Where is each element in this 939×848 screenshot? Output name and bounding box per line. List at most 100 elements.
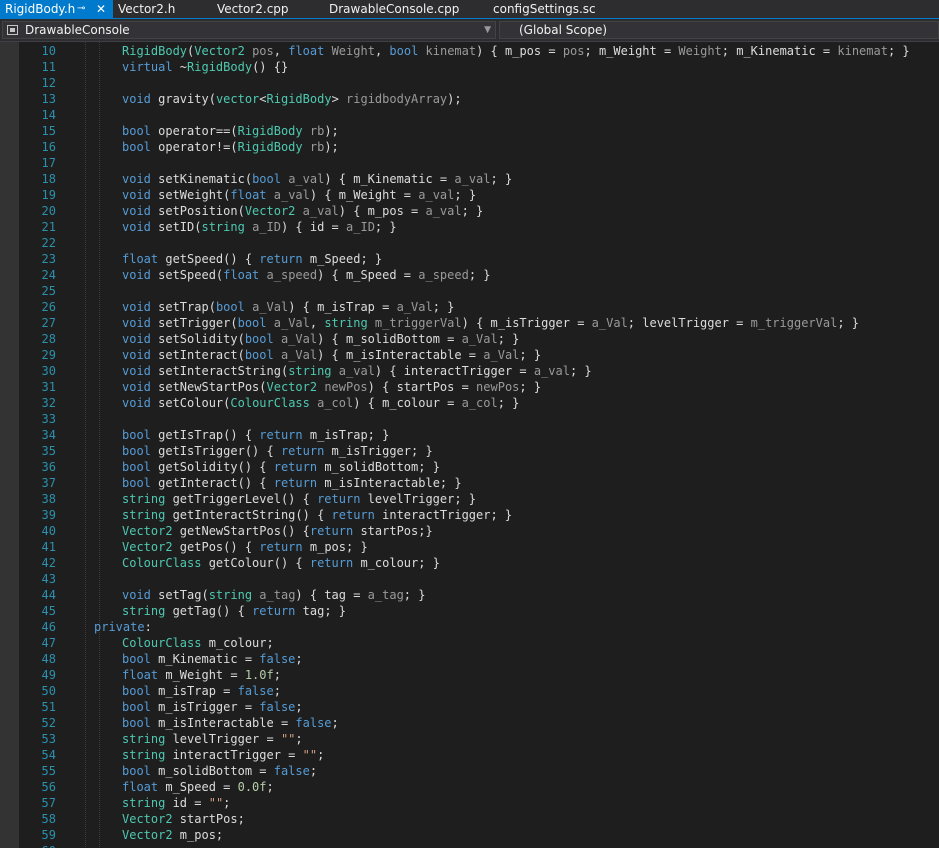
line-number: 15 — [41, 124, 56, 138]
code-line[interactable]: 24 void setSpeed(float a_speed) { m_Speed… — [0, 267, 939, 283]
code-text: void setInteractString(string a_val) { i… — [122, 364, 592, 378]
code-line[interactable]: 29 void setInteract(bool a_Val) { m_isInt… — [0, 347, 939, 363]
code-line[interactable]: 58 Vector2 startPos; — [0, 811, 939, 827]
code-text: void setKinematic(bool a_val) { m_Kinema… — [122, 172, 513, 186]
line-number: 56 — [41, 780, 56, 794]
code-line[interactable]: 40 Vector2 getNewStartPos() {return start… — [0, 523, 939, 539]
code-text: string levelTrigger = ""; — [122, 732, 303, 746]
scope-dropdown[interactable]: (Global Scope) — [499, 21, 939, 39]
code-line[interactable]: 60 — [0, 843, 939, 848]
code-line[interactable]: 12 — [0, 75, 939, 91]
code-line[interactable]: 53 string levelTrigger = ""; — [0, 731, 939, 747]
line-number: 55 — [41, 764, 56, 778]
code-line[interactable]: 56 float m_Speed = 0.0f; — [0, 779, 939, 795]
line-number: 51 — [41, 700, 56, 714]
code-line[interactable]: 31 void setNewStartPos(Vector2 newPos) { … — [0, 379, 939, 395]
code-line[interactable]: 39 string getInteractString() { return in… — [0, 507, 939, 523]
code-line[interactable]: 18 void setKinematic(bool a_val) { m_Kine… — [0, 171, 939, 187]
code-line[interactable]: 37 bool getInteract() { return m_isIntera… — [0, 475, 939, 491]
line-number: 57 — [41, 796, 56, 810]
code-line[interactable]: 34 bool getIsTrap() { return m_isTrap; } — [0, 427, 939, 443]
project-label: DrawableConsole — [25, 23, 130, 37]
code-line[interactable]: 36 bool getSolidity() { return m_solidBot… — [0, 459, 939, 475]
code-text: Vector2 getPos() { return m_pos; } — [122, 540, 368, 554]
code-line[interactable]: 26 void setTrap(bool a_Val) { m_isTrap = … — [0, 299, 939, 315]
code-line[interactable]: 35 bool getIsTrigger() { return m_isTrigg… — [0, 443, 939, 459]
code-line[interactable]: 52 bool m_isInteractable = false; — [0, 715, 939, 731]
code-line[interactable]: 28 void setSolidity(bool a_Val) { m_solid… — [0, 331, 939, 347]
code-line[interactable]: 11 virtual ~RigidBody() {} — [0, 59, 939, 75]
code-text: bool getSolidity() { return m_solidBotto… — [122, 460, 440, 474]
line-number: 47 — [41, 636, 56, 650]
code-line[interactable]: 43 — [0, 571, 939, 587]
code-line[interactable]: 32 void setColour(ColourClass a_col) { m_… — [0, 395, 939, 411]
code-text: string interactTrigger = ""; — [122, 748, 325, 762]
code-line[interactable]: 45 string getTag() { return tag; } — [0, 603, 939, 619]
document-tab-bar: RigidBody.h ⊸ ✕ Vector2.h Vector2.cpp Dr… — [0, 0, 939, 19]
code-line[interactable]: 54 string interactTrigger = ""; — [0, 747, 939, 763]
code-text: bool operator==(RigidBody rb); — [122, 124, 339, 138]
code-line[interactable]: 30 void setInteractString(string a_val) {… — [0, 363, 939, 379]
tab-rigidbody-h[interactable]: RigidBody.h ⊸ ✕ — [0, 0, 113, 18]
code-line[interactable]: 42 ColourClass getColour() { return m_col… — [0, 555, 939, 571]
code-line[interactable]: 59 Vector2 m_pos; — [0, 827, 939, 843]
project-dropdown[interactable]: DrawableConsole ▼ — [2, 21, 496, 39]
code-line[interactable]: 17 — [0, 155, 939, 171]
code-line[interactable]: 33 — [0, 411, 939, 427]
code-text: float getSpeed() { return m_Speed; } — [122, 252, 383, 266]
tab-vector2-cpp[interactable]: Vector2.cpp — [212, 0, 322, 18]
code-line[interactable]: 20 void setPosition(Vector2 a_val) { m_po… — [0, 203, 939, 219]
code-text: RigidBody(Vector2 pos, float Weight, boo… — [122, 44, 910, 58]
code-editor[interactable]: 10 RigidBody(Vector2 pos, float Weight, b… — [0, 42, 939, 848]
line-number: 27 — [41, 316, 56, 330]
line-number: 22 — [41, 236, 56, 250]
code-text: bool operator!=(RigidBody rb); — [122, 140, 339, 154]
line-number: 13 — [41, 92, 56, 106]
chevron-down-icon: ▼ — [484, 25, 491, 35]
code-line[interactable]: 25 — [0, 283, 939, 299]
tab-drawableconsole-cpp[interactable]: DrawableConsole.cpp — [324, 0, 484, 18]
code-line[interactable]: 15 bool operator==(RigidBody rb); — [0, 123, 939, 139]
tab-configsettings-sc[interactable]: configSettings.sc — [488, 0, 628, 18]
line-number: 19 — [41, 188, 56, 202]
code-line[interactable]: 51 bool m_isTrigger = false; — [0, 699, 939, 715]
line-number: 20 — [41, 204, 56, 218]
tab-vector2-h[interactable]: Vector2.h — [113, 0, 208, 18]
code-line[interactable]: 44 void setTag(string a_tag) { tag = a_ta… — [0, 587, 939, 603]
code-line[interactable]: 38 string getTriggerLevel() { return leve… — [0, 491, 939, 507]
tab-label: configSettings.sc — [493, 2, 596, 16]
code-line[interactable]: 23 float getSpeed() { return m_Speed; } — [0, 251, 939, 267]
code-line[interactable]: 10 RigidBody(Vector2 pos, float Weight, b… — [0, 43, 939, 59]
line-number: 45 — [41, 604, 56, 618]
line-number: 23 — [41, 252, 56, 266]
code-text: Vector2 startPos; — [122, 812, 245, 826]
code-text: string id = ""; — [122, 796, 231, 810]
code-line[interactable]: 21 void setID(string a_ID) { id = a_ID; } — [0, 219, 939, 235]
line-number: 49 — [41, 668, 56, 682]
line-number: 29 — [41, 348, 56, 362]
code-line[interactable]: 27 void setTrigger(bool a_Val, string m_t… — [0, 315, 939, 331]
code-line[interactable]: 48 bool m_Kinematic = false; — [0, 651, 939, 667]
code-text: void setSpeed(float a_speed) { m_Speed =… — [122, 268, 491, 282]
code-line[interactable]: 16 bool operator!=(RigidBody rb); — [0, 139, 939, 155]
code-text: bool getIsTrigger() { return m_isTrigger… — [122, 444, 433, 458]
line-number: 21 — [41, 220, 56, 234]
code-line[interactable]: 46 private: — [0, 619, 939, 635]
code-line[interactable]: 57 string id = ""; — [0, 795, 939, 811]
code-line[interactable]: 47 ColourClass m_colour; — [0, 635, 939, 651]
line-number: 60 — [20, 843, 56, 848]
code-text: private: — [94, 620, 152, 634]
close-icon[interactable]: ✕ — [96, 0, 106, 18]
code-line[interactable]: 13 void gravity(vector<RigidBody> rigidbo… — [0, 91, 939, 107]
code-line[interactable]: 55 bool m_solidBottom = false; — [0, 763, 939, 779]
code-text: float m_Weight = 1.0f; — [122, 668, 281, 682]
code-line[interactable]: 41 Vector2 getPos() { return m_pos; } — [0, 539, 939, 555]
code-line[interactable]: 50 bool m_isTrap = false; — [0, 683, 939, 699]
code-line[interactable]: 49 float m_Weight = 1.0f; — [0, 667, 939, 683]
line-number: 41 — [41, 540, 56, 554]
code-line[interactable]: 19 void setWeight(float a_val) { m_Weight… — [0, 187, 939, 203]
code-text: void setID(string a_ID) { id = a_ID; } — [122, 220, 397, 234]
code-line[interactable]: 14 — [0, 107, 939, 123]
pin-icon[interactable]: ⊸ — [77, 0, 85, 18]
code-line[interactable]: 22 — [0, 235, 939, 251]
